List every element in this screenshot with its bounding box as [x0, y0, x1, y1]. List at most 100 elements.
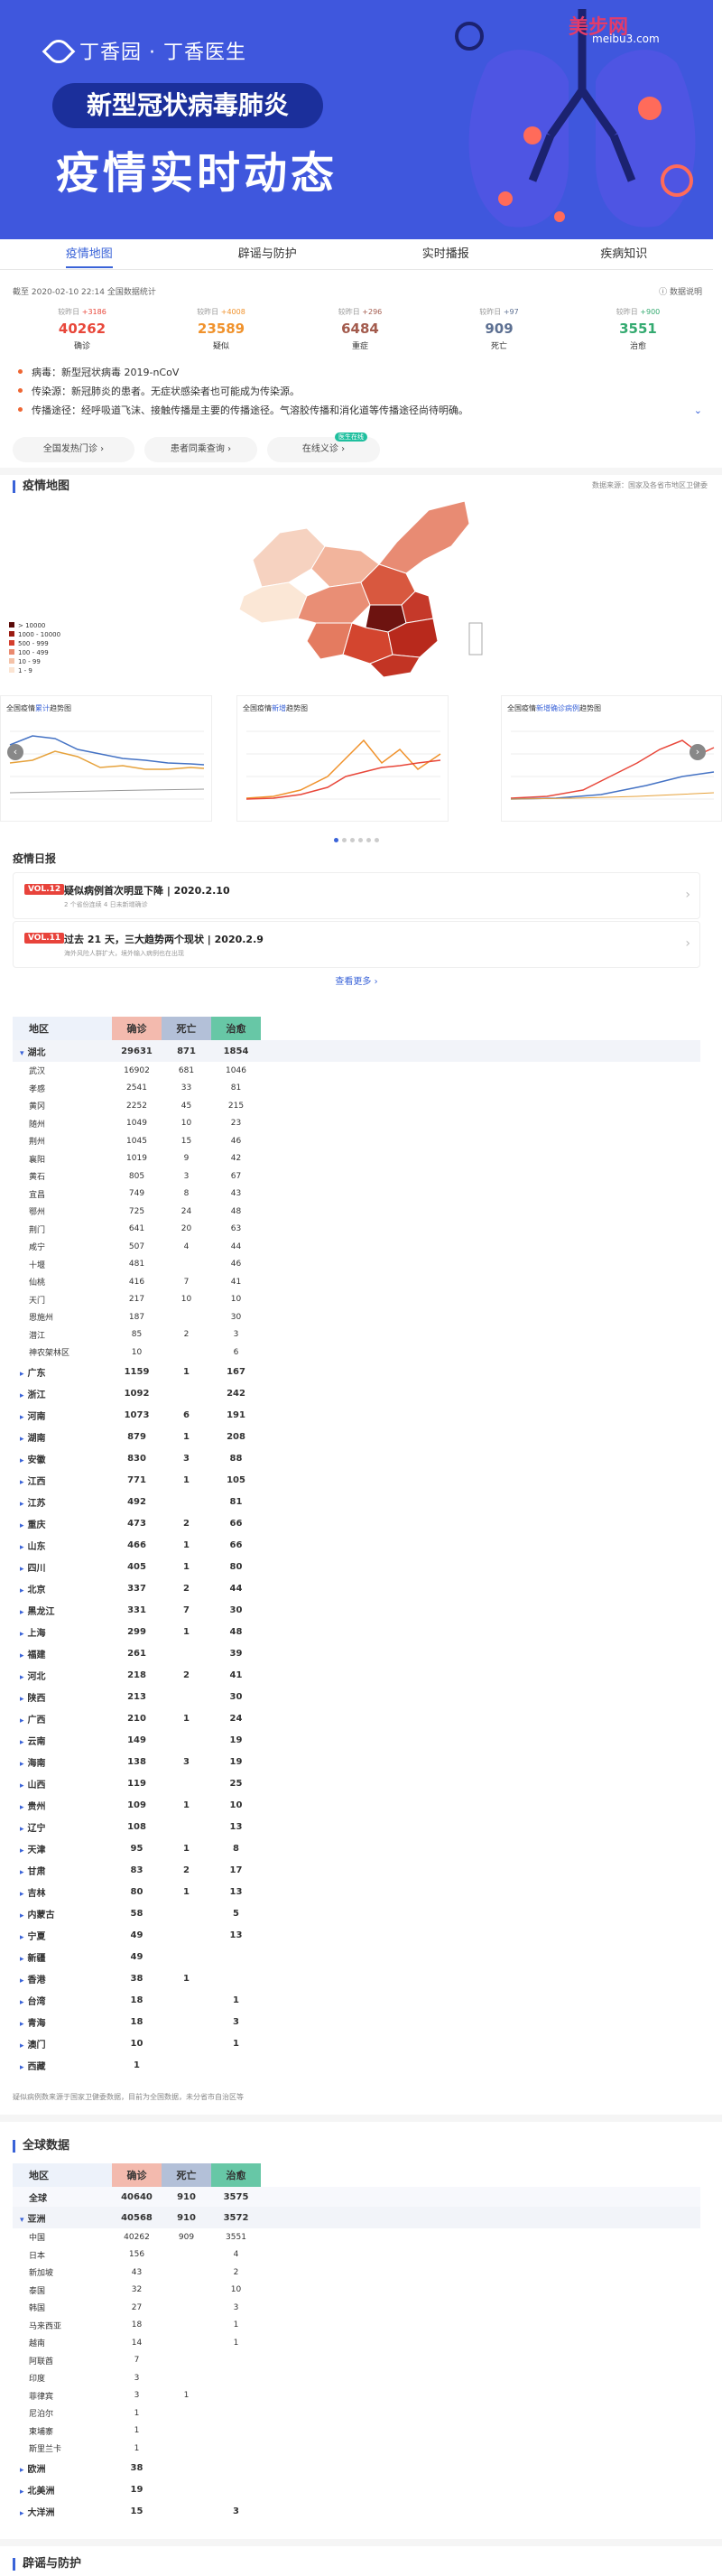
table-row[interactable]: 福建 261 39 — [13, 1643, 700, 1665]
confirmed-cell: 337 — [127, 1584, 146, 1594]
region-name: 宜昌 — [29, 1190, 46, 1200]
confirmed-cell: 38 — [130, 1974, 143, 1984]
table-row[interactable]: 青海 18 3 — [13, 2012, 700, 2033]
trend-chart-cumulative-plot — [9, 730, 205, 800]
dead-cell: 4 — [183, 1242, 190, 1251]
table-row[interactable]: 河北 218 2 41 — [13, 1665, 700, 1687]
same-trip-button[interactable]: 患者同乘查询 › — [144, 437, 257, 462]
data-explain-link[interactable]: ⓘ 数据说明 — [659, 285, 702, 297]
trend-chart-hubei[interactable]: 全国疫情新增确诊病例趋势图 — [501, 695, 722, 822]
expand-chevron-icon[interactable]: ⌄ — [694, 401, 702, 420]
table-row[interactable]: 重庆 473 2 66 — [13, 1513, 700, 1535]
region-name: 潜江 — [29, 1331, 46, 1341]
table-row[interactable]: 陕西 213 30 — [13, 1687, 700, 1708]
table-row[interactable]: 欧洲 38 — [13, 2458, 700, 2479]
table-row[interactable]: 河南 1073 6 191 — [13, 1405, 700, 1427]
trend-chart-new-plot — [245, 730, 441, 800]
confirmed-cell: 18 — [131, 2320, 143, 2330]
china-map[interactable] — [226, 497, 487, 686]
table-row[interactable]: 山西 119 25 — [13, 1773, 700, 1795]
table-row[interactable]: 天津 95 1 8 — [13, 1838, 700, 1860]
rumor-section-title: 辟谣与防护 — [13, 2558, 81, 2571]
table-row[interactable]: 江苏 492 81 — [13, 1492, 700, 1513]
table-row[interactable]: 云南 149 19 — [13, 1730, 700, 1752]
carousel-next-button[interactable]: › — [690, 744, 706, 760]
confirmed-cell: 1073 — [124, 1410, 150, 1420]
cured-cell: 19 — [229, 1735, 243, 1745]
table-row[interactable]: 内蒙古 58 5 — [13, 1903, 700, 1925]
table-row[interactable]: 亚洲 40568 910 3572 — [13, 2207, 700, 2228]
carousel-dot[interactable] — [366, 838, 371, 842]
trend-chart-cumulative[interactable]: 全国疫情累计趋势图 — [0, 695, 212, 822]
table-row[interactable]: 北京 337 2 44 — [13, 1578, 700, 1600]
region-name: 荆门 — [29, 1225, 46, 1235]
table-row: 黄冈 2252 45 215 — [13, 1097, 700, 1115]
legend-item: > 10000 — [9, 621, 60, 630]
region-name: 澳门 — [13, 2033, 112, 2055]
carousel-dot[interactable] — [375, 838, 379, 842]
region-name: 荆州 — [29, 1138, 46, 1148]
daily-item[interactable]: VOL.12 疑似病例首次明显下降 | 2020.2.10 2 个省份连续 4 … — [13, 872, 700, 919]
tab-rumor[interactable]: 辟谣与防护 — [179, 239, 357, 269]
table-row[interactable]: 贵州 109 1 10 — [13, 1795, 700, 1817]
cured-cell: 191 — [227, 1410, 245, 1420]
table-row[interactable]: 香港 38 1 — [13, 1968, 700, 1990]
online-consult-button[interactable]: 在线义诊 › 医生在线 — [267, 432, 380, 462]
table-row[interactable]: 海南 138 3 19 — [13, 1752, 700, 1773]
fever-clinic-button[interactable]: 全国发热门诊 › — [13, 437, 134, 462]
cured-cell: 23 — [230, 1119, 242, 1129]
dead-cell — [162, 1925, 211, 1947]
stat-value: 40262 — [58, 321, 106, 337]
table-row[interactable]: 浙江 1092 242 — [13, 1383, 700, 1405]
table-row[interactable]: 甘肃 83 2 17 — [13, 1860, 700, 1882]
table-row[interactable]: 广东 1159 1 167 — [13, 1362, 700, 1383]
daily-more-link[interactable]: 查看更多 › — [13, 973, 700, 987]
table-row[interactable]: 台湾 18 1 — [13, 1990, 700, 2012]
table-row[interactable]: 安徽 830 3 88 — [13, 1448, 700, 1470]
region-name: 中国 — [29, 2234, 46, 2244]
note-item: 传播途径：经呼吸道飞沫、接触传播是主要的传播途径。气溶胶传播和消化道等传播途径尚… — [13, 401, 708, 420]
table-header: 地区 确诊 死亡 治愈 — [13, 1017, 700, 1040]
table-row: 菲律宾 3 1 — [13, 2387, 700, 2405]
cured-cell: 43 — [230, 1189, 242, 1199]
table-row[interactable]: 四川 405 1 80 — [13, 1557, 700, 1578]
carousel-dot[interactable] — [334, 838, 338, 842]
table-row[interactable]: 山东 466 1 66 — [13, 1535, 700, 1557]
table-row[interactable]: 北美洲 19 — [13, 2479, 700, 2501]
daily-sub: 2 个省份连续 4 日未新增确诊 — [64, 901, 148, 908]
carousel-dot[interactable] — [342, 838, 347, 842]
table-row[interactable]: 黑龙江 331 7 30 — [13, 1600, 700, 1622]
table-row[interactable]: 辽宁 108 13 — [13, 1817, 700, 1838]
dead-cell — [162, 2334, 211, 2352]
table-row[interactable]: 上海 299 1 48 — [13, 1622, 700, 1643]
dead-cell: 45 — [180, 1101, 192, 1111]
dead-cell — [162, 1344, 211, 1362]
table-row[interactable]: 湖南 879 1 208 — [13, 1427, 700, 1448]
carousel-prev-button[interactable]: ‹ — [7, 744, 23, 760]
table-row[interactable]: 广西 210 1 24 — [13, 1708, 700, 1730]
dead-cell: 1 — [183, 1844, 190, 1854]
dead-cell — [162, 2423, 211, 2441]
table-row[interactable]: 湖北 29631 871 1854 — [13, 1040, 700, 1062]
tab-news[interactable]: 实时播报 — [356, 239, 535, 269]
table-row[interactable]: 澳门 10 1 — [13, 2033, 700, 2055]
table-row[interactable]: 江西 771 1 105 — [13, 1470, 700, 1492]
table-row[interactable]: 大洋洲 15 3 — [13, 2501, 700, 2523]
tab-map[interactable]: 疫情地图 — [0, 239, 179, 269]
table-row[interactable]: 新疆 49 — [13, 1947, 700, 1968]
region-name: 新加坡 — [29, 2269, 54, 2279]
carousel-dot[interactable] — [358, 838, 363, 842]
carousel-dot[interactable] — [350, 838, 355, 842]
daily-item[interactable]: VOL.11 过去 21 天，三大趋势两个现状 | 2020.2.9 海外风险人… — [13, 921, 700, 968]
legend-item: 1000 - 10000 — [9, 630, 60, 639]
table-row[interactable]: 宁夏 49 13 — [13, 1925, 700, 1947]
trend-chart-new[interactable]: 全国疫情新增趋势图 — [236, 695, 449, 822]
dead-cell — [162, 1903, 211, 1925]
confirmed-cell: 830 — [127, 1454, 146, 1464]
table-row[interactable]: 西藏 1 — [13, 2055, 700, 2077]
banner-pill: 新型冠状病毒肺炎 — [52, 83, 323, 128]
region-name: 宁夏 — [13, 1925, 112, 1947]
col-cured: 治愈 — [211, 2163, 261, 2187]
table-row[interactable]: 吉林 80 1 13 — [13, 1882, 700, 1903]
tab-knowledge[interactable]: 疾病知识 — [535, 239, 714, 269]
